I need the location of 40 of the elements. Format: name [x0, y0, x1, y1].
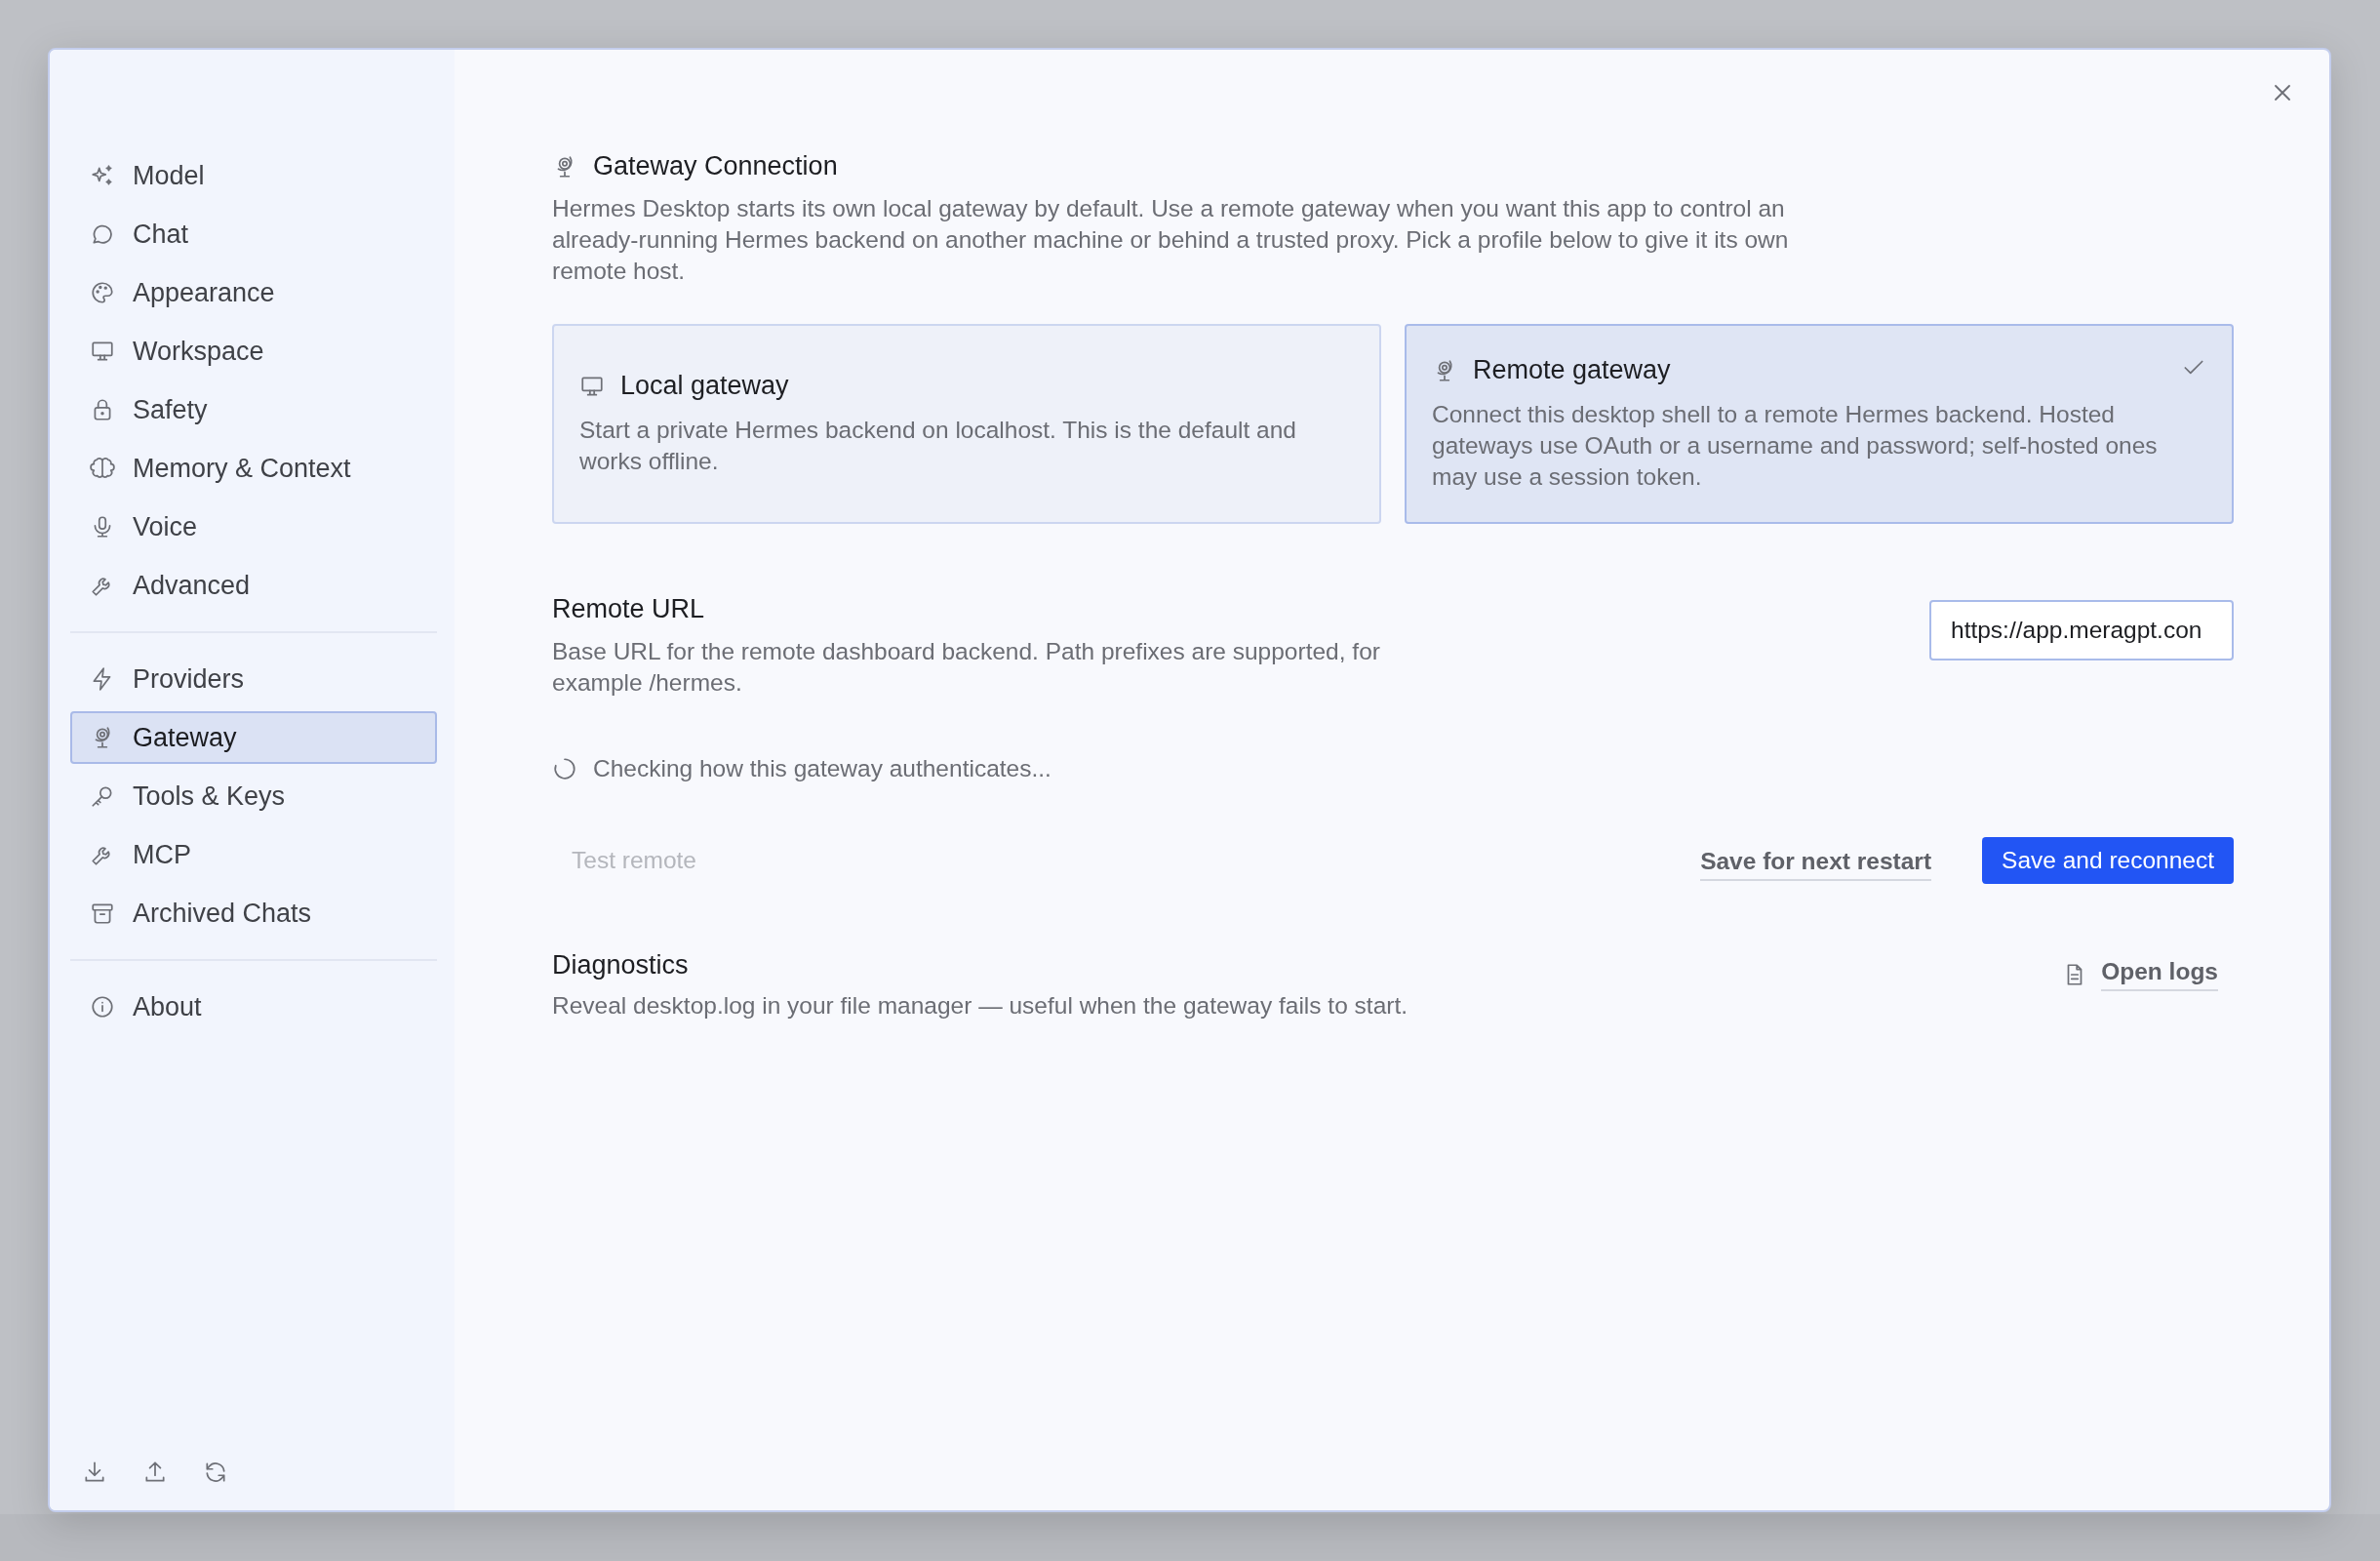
sidebar-item[interactable]: Tools & Keys — [70, 770, 437, 822]
sidebar-item[interactable]: Archived Chats — [70, 887, 437, 940]
monitor-icon — [90, 339, 115, 364]
remote-url-input[interactable]: https://app.meragpt.con — [1929, 600, 2234, 660]
status-text: Checking how this gateway authenticates... — [593, 755, 1051, 782]
refresh-icon — [203, 1460, 228, 1485]
sidebar-item[interactable]: Advanced — [70, 559, 437, 612]
field-description: Base URL for the remote dashboard backend. Path prefixes are supported, for example /hermes. — [552, 637, 1381, 698]
sidebar-item[interactable]: Model — [70, 149, 437, 202]
palette-icon — [90, 280, 115, 305]
download-icon — [82, 1460, 107, 1485]
sidebar-item[interactable]: Appearance — [70, 266, 437, 319]
upload-icon — [142, 1460, 168, 1485]
spinner-icon — [552, 756, 577, 781]
gateway-option-card[interactable]: Local gateway Start a private Hermes backend on localhost. This is the default and works offline. — [552, 324, 1381, 524]
option-description: Start a private Hermes backend on localhost. This is the default and works offline. — [579, 416, 1297, 476]
text-button[interactable]: Save for next restart — [1700, 840, 1932, 881]
sidebar-item[interactable]: Safety — [70, 383, 437, 436]
sidebar-item[interactable]: Providers — [70, 653, 437, 705]
sidebar-item[interactable]: About — [70, 981, 437, 1033]
option-title: Remote gateway — [1473, 355, 1671, 385]
sidebar-item[interactable]: Memory & Context — [70, 442, 437, 495]
sidebar-item[interactable]: Gateway — [70, 711, 437, 764]
diagnostics-title: Diagnostics — [552, 950, 690, 981]
diagnostics-description: Reveal desktop.log in your file manager — useful when the gateway fails to start. — [552, 991, 1408, 1021]
archive-box-icon — [90, 901, 115, 926]
option-title: Local gateway — [620, 371, 789, 401]
primary-button[interactable]: Save and reconnect — [1982, 837, 2234, 884]
sidebar-item[interactable]: Voice — [70, 500, 437, 553]
section-title: Gateway Connection — [593, 151, 838, 181]
brain-icon — [90, 456, 115, 481]
open-logs-link[interactable]: Open logs — [2101, 958, 2218, 991]
info-icon — [90, 994, 115, 1020]
sidebar-item[interactable]: Workspace — [70, 325, 437, 378]
option-description: Connect this desktop shell to a remote Hermes backend. Hosted gateways use OAuth or a username and password; self-hosted ones may use a session token. — [1432, 400, 2159, 492]
sidebar-item[interactable]: Chat — [70, 208, 437, 260]
gateway-option-card[interactable]: Remote gateway Connect this desktop shell to a remote Hermes backend. Hosted gateways use OAuth or a username and password; self-hosted ones may use a session token. — [1405, 324, 2234, 524]
section-description: Hermes Desktop starts its own local gateway by default. Use a remote gateway when you want this app to control an already-running Hermes backend on another machine or behind a trusted proxy. Pick a profile below to give it its own remote host. — [552, 194, 1790, 286]
field-label: Remote URL — [552, 594, 706, 624]
sidebar-item[interactable]: MCP — [70, 828, 437, 881]
